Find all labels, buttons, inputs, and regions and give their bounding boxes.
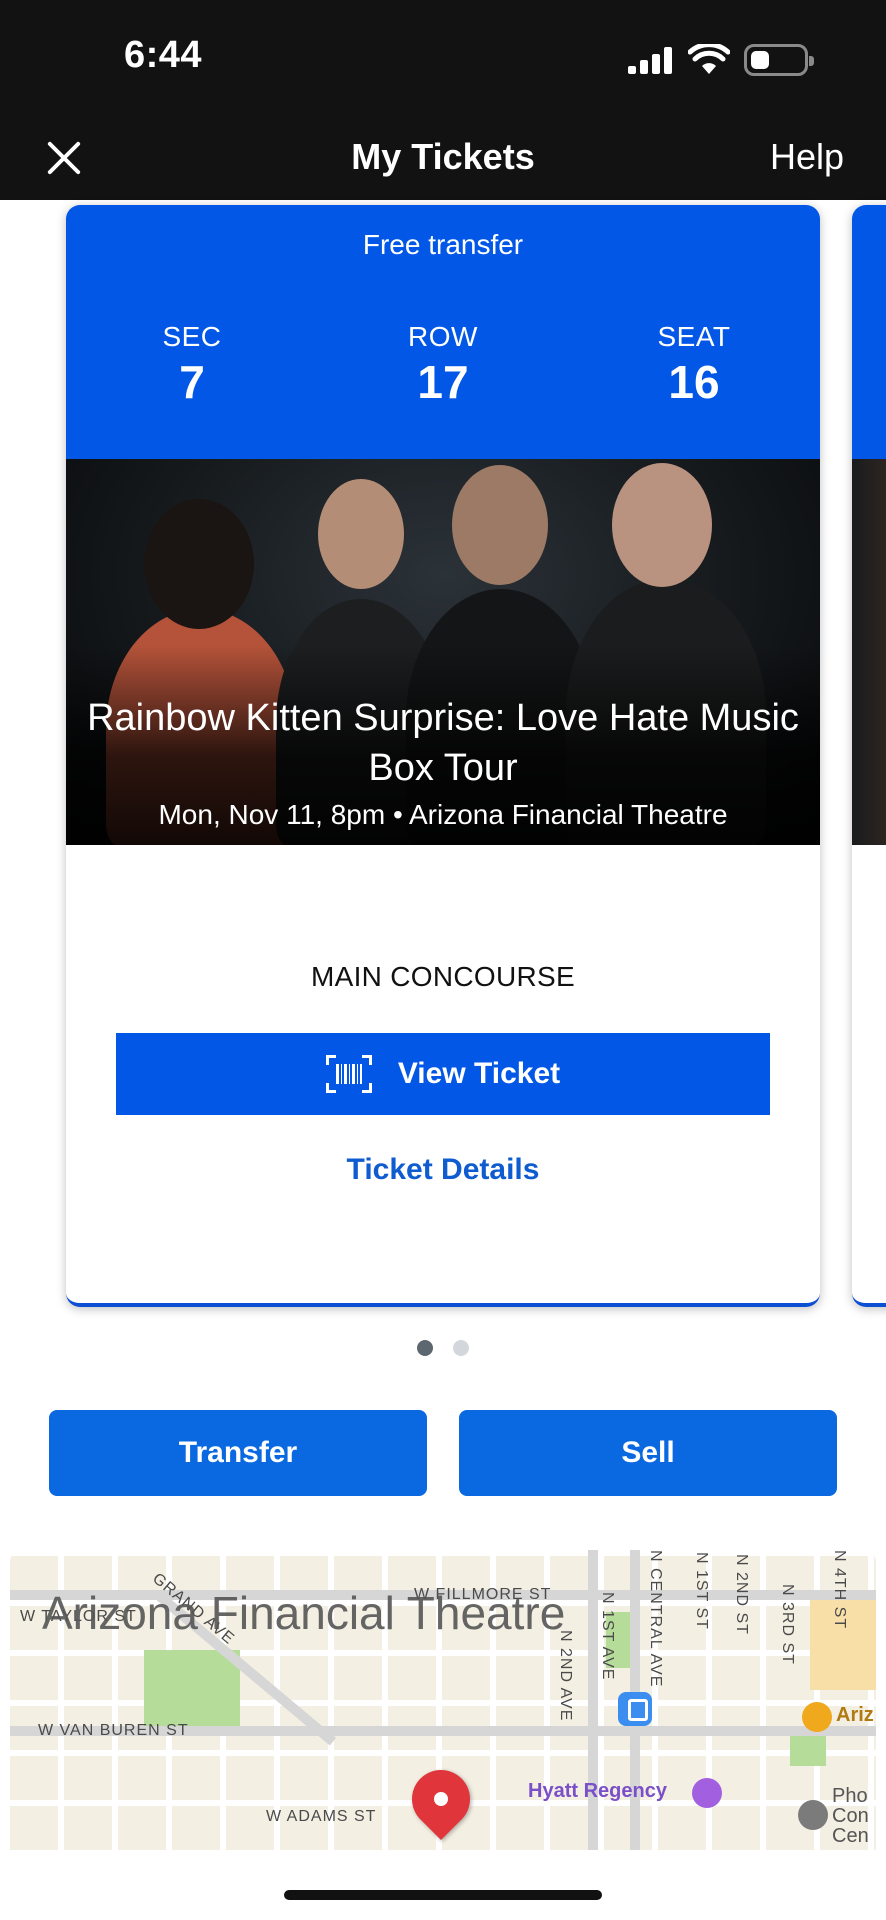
seat-label: SEAT [657, 321, 731, 352]
battery-icon [744, 44, 814, 76]
ticket-header: Free transfer SEC 7 ROW 17 SEAT 16 [66, 205, 820, 459]
row-label: ROW [408, 321, 478, 352]
nav-bar: My Tickets Help [0, 118, 886, 200]
transfer-status: Free transfer [362, 229, 524, 260]
pager-dot-2[interactable] [453, 1340, 469, 1356]
convention-center-label: Pho Con Cen [832, 1785, 869, 1847]
arena-icon[interactable] [802, 1702, 832, 1732]
street-n-2nd-st: N 2ND ST [733, 1554, 750, 1635]
band-member-2-head [318, 479, 404, 589]
ticket-details-link[interactable]: Ticket Details [66, 1153, 820, 1187]
seat-value: 16 [668, 356, 720, 408]
light-rail-icon[interactable] [618, 1692, 652, 1726]
arena-label: Ariz [836, 1704, 874, 1726]
venue-map[interactable]: GRAND AVE W TAYLOR ST W FILLMORE ST W VA… [10, 1550, 876, 1850]
hotel-label[interactable]: Hyatt Regency [528, 1780, 667, 1803]
wifi-icon [688, 44, 730, 74]
road-1st-ave [588, 1550, 598, 1850]
signal-icon [628, 46, 674, 74]
home-indicator [284, 1890, 602, 1900]
row-info: ROW 17 [343, 321, 543, 409]
page-title: My Tickets [351, 136, 535, 177]
seat-info: SEAT 16 [594, 321, 794, 409]
row-value: 17 [417, 356, 469, 408]
event-title: Rainbow Kitten Surprise: Love Hate Music… [87, 697, 799, 789]
map-park [144, 1650, 240, 1726]
help-link[interactable]: Help [770, 136, 844, 178]
barcode-icon [325, 1055, 372, 1093]
event-date-venue: Mon, Nov 11, 8pm • Arizona Financial The… [158, 799, 728, 830]
convention-center-icon[interactable] [798, 1800, 828, 1830]
entrance-label: MAIN CONCOURSE [311, 961, 575, 992]
close-icon[interactable] [40, 134, 88, 182]
event-image: Rainbow Kitten Surprise: Love Hate Music… [66, 459, 820, 845]
street-w-adams: W ADAMS ST [266, 1808, 377, 1825]
status-bar: 6:44 [0, 0, 886, 118]
band-member-4-head [612, 463, 712, 587]
street-n-1st-st: N 1ST ST [693, 1552, 710, 1630]
band-member-1-head [144, 499, 254, 629]
street-central-ave: N CENTRAL AVE [647, 1550, 664, 1688]
view-ticket-button[interactable]: View Ticket [116, 1033, 770, 1115]
section-value: 7 [179, 356, 205, 408]
street-n-1st-ave: N 1ST AVE [599, 1592, 616, 1681]
transfer-button[interactable]: Transfer [49, 1410, 427, 1496]
hotel-icon[interactable] [692, 1778, 722, 1808]
next-ticket-card[interactable] [852, 205, 886, 1307]
band-member-3-head [452, 465, 548, 585]
pager-dot-1[interactable] [417, 1340, 433, 1356]
view-ticket-label: View Ticket [397, 1057, 561, 1090]
ticket-card[interactable]: Free transfer SEC 7 ROW 17 SEAT 16 Rainb… [66, 205, 820, 1307]
street-n-3rd-st: N 3RD ST [779, 1584, 796, 1665]
street-n-4th-st: N 4TH ST [831, 1550, 848, 1630]
street-w-van-buren: W VAN BUREN ST [38, 1722, 189, 1739]
section-info: SEC 7 [92, 321, 292, 409]
sell-button[interactable]: Sell [459, 1410, 837, 1496]
street-n-2nd-ave: N 2ND AVE [557, 1630, 574, 1722]
map-venue-title: Arizona Financial Theatre [42, 1587, 566, 1639]
section-label: SEC [162, 321, 222, 352]
status-time: 6:44 [124, 34, 203, 76]
